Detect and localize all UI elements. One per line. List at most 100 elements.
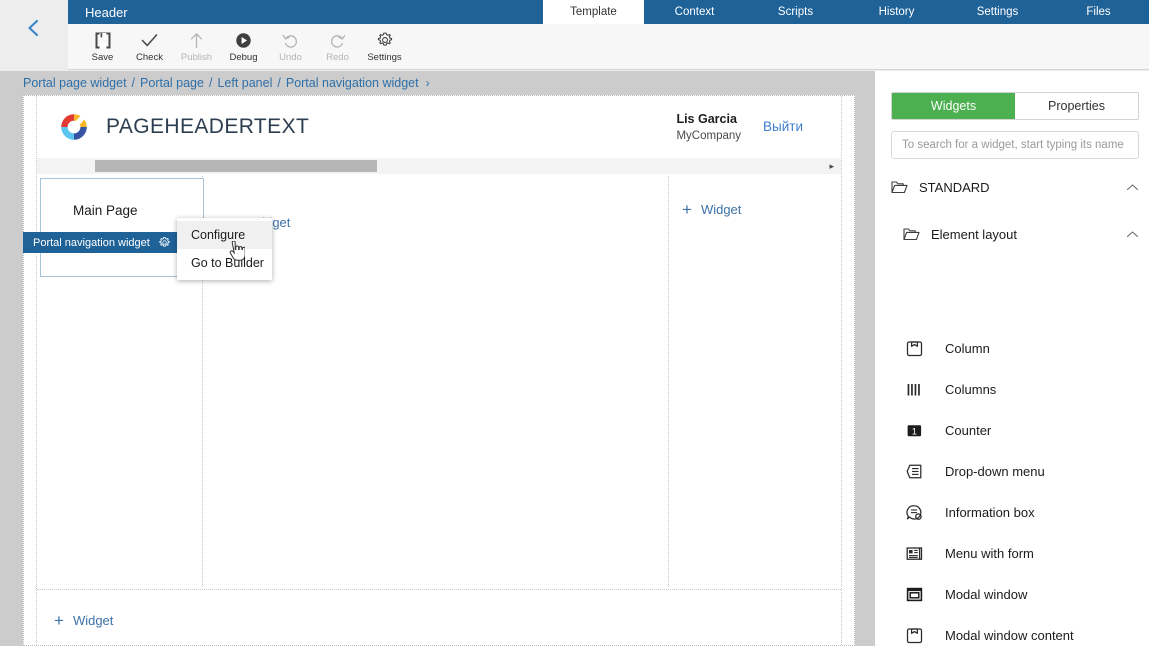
widget-item-label: Menu with form bbox=[945, 546, 1034, 561]
tab-history[interactable]: History bbox=[846, 0, 947, 24]
modal-window-content-icon bbox=[905, 626, 931, 645]
logout-link[interactable]: Выйти bbox=[763, 119, 803, 134]
tab-scripts[interactable]: Scripts bbox=[745, 0, 846, 24]
scrollbar-arrow-right[interactable]: ▸ bbox=[829, 161, 834, 172]
menu-with-form-icon bbox=[905, 544, 931, 563]
widget-item-modal-window-content[interactable]: Modal window content bbox=[891, 615, 1149, 646]
svg-text:1: 1 bbox=[912, 425, 917, 436]
publish-upload-icon bbox=[189, 30, 204, 50]
widget-item-label: Column bbox=[945, 341, 990, 356]
canvas-column-center: + Widget bbox=[203, 176, 669, 587]
widget-item-column[interactable]: Column bbox=[891, 328, 1149, 369]
toolbar: Save Check Publish Debug Undo Redo Setti… bbox=[68, 24, 1149, 70]
chevron-up-icon[interactable] bbox=[1126, 230, 1139, 239]
context-menu: Configure Go to Builder bbox=[177, 218, 272, 280]
canvas-footer-row: + Widget bbox=[37, 589, 841, 643]
back-button[interactable] bbox=[0, 0, 68, 71]
tab-widgets[interactable]: Widgets bbox=[892, 93, 1015, 119]
publish-button[interactable]: Publish bbox=[173, 30, 220, 63]
publish-label: Publish bbox=[180, 52, 213, 63]
undo-button[interactable]: Undo bbox=[267, 30, 314, 63]
chevron-left-icon bbox=[28, 19, 39, 37]
add-widget-footer[interactable]: + Widget bbox=[54, 612, 113, 629]
tab-files[interactable]: Files bbox=[1048, 0, 1149, 24]
breadcrumb-item-0[interactable]: Portal page widget bbox=[23, 76, 127, 90]
breadcrumb-separator: / bbox=[277, 76, 281, 90]
page-header-widget: PAGEHEADERTEXT Lis Garcia MyCompany Выйт… bbox=[37, 97, 841, 157]
breadcrumb-item-3[interactable]: Portal navigation widget bbox=[286, 76, 419, 90]
undo-icon bbox=[282, 30, 299, 50]
add-widget-label: Widget bbox=[72, 613, 114, 628]
columns-bars-icon bbox=[905, 380, 931, 399]
folder-icon bbox=[903, 227, 923, 241]
counter-number-icon: 1 bbox=[905, 421, 931, 440]
app-root: Header Template Context Scripts History … bbox=[0, 0, 1149, 646]
modal-window-icon bbox=[905, 585, 931, 604]
add-widget-right[interactable]: + Widget bbox=[682, 201, 741, 218]
page-header-title: PAGEHEADERTEXT bbox=[106, 115, 310, 138]
widget-item-menu-with-form[interactable]: Menu with form bbox=[891, 533, 1149, 574]
right-panel: Widgets Properties STANDARD bbox=[875, 71, 1149, 646]
user-name: Lis Garcia bbox=[676, 111, 737, 126]
redo-label: Redo bbox=[326, 52, 349, 63]
chevron-up-icon[interactable] bbox=[1126, 183, 1139, 192]
check-icon bbox=[141, 30, 158, 50]
breadcrumb: Portal page widget / Portal page / Left … bbox=[0, 71, 875, 95]
widget-item-counter[interactable]: 1 Counter bbox=[891, 410, 1149, 451]
redo-button[interactable]: Redo bbox=[314, 30, 361, 63]
redo-icon bbox=[329, 30, 346, 50]
breadcrumb-item-2[interactable]: Left panel bbox=[217, 76, 272, 90]
widget-item-modal-window[interactable]: Modal window bbox=[891, 574, 1149, 615]
check-label: Check bbox=[136, 52, 163, 63]
widget-group-label: STANDARD bbox=[919, 179, 990, 195]
canvas-column-right: + Widget bbox=[669, 176, 841, 587]
user-info: Lis Garcia MyCompany bbox=[676, 110, 741, 145]
breadcrumb-item-1[interactable]: Portal page bbox=[140, 76, 204, 90]
check-button[interactable]: Check bbox=[126, 30, 173, 63]
user-block: Lis Garcia MyCompany Выйти bbox=[676, 110, 841, 145]
breadcrumb-separator: / bbox=[131, 76, 136, 90]
widget-item-drop-down-menu[interactable]: Drop-down menu bbox=[891, 451, 1149, 492]
folder-icon bbox=[891, 180, 911, 194]
tab-strip: Header Template Context Scripts History … bbox=[68, 0, 1149, 24]
widget-item-label: Information box bbox=[945, 505, 1035, 520]
tab-properties[interactable]: Properties bbox=[1015, 93, 1138, 119]
tab-template[interactable]: Template bbox=[543, 0, 644, 24]
widget-group-element-layout[interactable]: Element layout bbox=[903, 219, 1139, 249]
selected-widget-label: Portal navigation widget bbox=[33, 236, 150, 249]
right-panel-tabs: Widgets Properties bbox=[891, 92, 1139, 120]
selected-widget-badge[interactable]: Portal navigation widget bbox=[23, 232, 180, 253]
breadcrumb-expand-arrow[interactable]: › bbox=[426, 76, 430, 90]
company-logo-icon bbox=[59, 112, 89, 142]
design-canvas: PAGEHEADERTEXT Lis Garcia MyCompany Выйт… bbox=[23, 95, 855, 646]
debug-button[interactable]: Debug bbox=[220, 30, 267, 63]
context-menu-item-configure[interactable]: Configure bbox=[177, 221, 272, 249]
context-menu-item-go-to-builder[interactable]: Go to Builder bbox=[177, 249, 272, 277]
scrollbar-thumb[interactable] bbox=[95, 160, 377, 172]
gear-icon[interactable] bbox=[158, 236, 171, 249]
save-icon bbox=[95, 30, 111, 50]
information-box-icon bbox=[905, 503, 931, 522]
widget-search-input[interactable] bbox=[891, 131, 1139, 159]
top-bar: Header Template Context Scripts History … bbox=[0, 0, 1149, 71]
widget-group-standard[interactable]: STANDARD bbox=[891, 172, 1139, 202]
strip-title: Header bbox=[85, 4, 128, 20]
breadcrumb-separator: / bbox=[208, 76, 213, 90]
widget-list: Column Columns 1 Counter Drop-down menu … bbox=[891, 328, 1149, 646]
tab-context[interactable]: Context bbox=[644, 0, 745, 24]
canvas-scrollbar[interactable]: ▸ bbox=[37, 158, 841, 174]
widget-item-label: Modal window bbox=[945, 587, 1028, 602]
widget-item-label: Columns bbox=[945, 382, 997, 397]
top-tabs: Template Context Scripts History Setting… bbox=[543, 0, 1149, 24]
settings-label: Settings bbox=[367, 52, 402, 63]
widget-item-information-box[interactable]: Information box bbox=[891, 492, 1149, 533]
widget-item-label: Counter bbox=[945, 423, 992, 438]
dropdown-menu-icon bbox=[905, 462, 931, 481]
save-label: Save bbox=[91, 52, 114, 63]
settings-button[interactable]: Settings bbox=[361, 30, 408, 63]
gear-icon bbox=[376, 30, 394, 50]
tab-settings[interactable]: Settings bbox=[947, 0, 1048, 24]
widget-group-label: Element layout bbox=[931, 226, 1017, 242]
save-button[interactable]: Save bbox=[79, 30, 126, 63]
widget-item-columns[interactable]: Columns bbox=[891, 369, 1149, 410]
